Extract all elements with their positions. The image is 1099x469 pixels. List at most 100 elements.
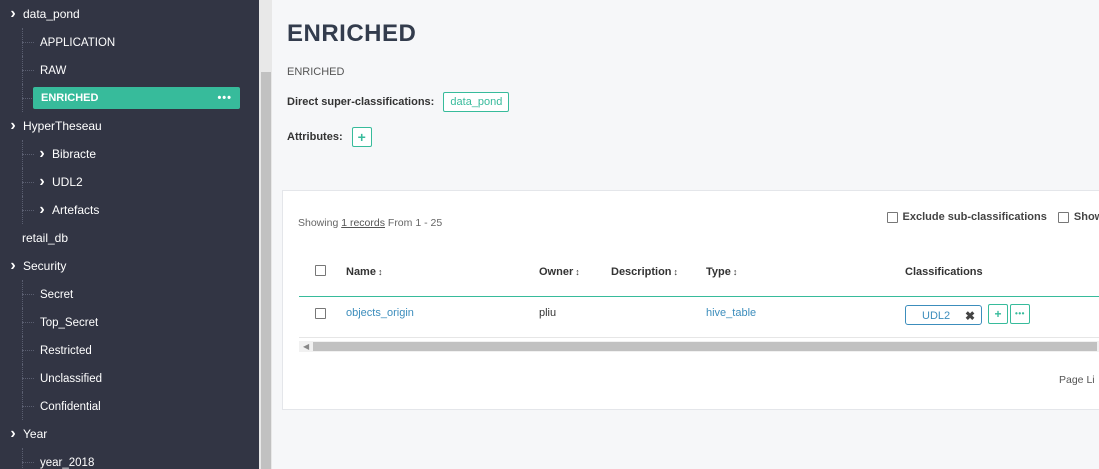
chevron-right-icon[interactable]: › (36, 196, 48, 224)
entity-type-link[interactable]: hive_table (706, 307, 756, 319)
tree-guide-tick (22, 42, 34, 44)
super-classifications: Direct super-classifications: data_pond (287, 92, 510, 112)
exclude-sub-classifications-label: Exclude sub-classifications (902, 211, 1047, 223)
classification-sidebar: › data_pond APPLICATION RAW ENRICHED ••• › Hype… (0, 0, 259, 469)
sidebar-item-raw[interactable]: RAW (0, 56, 246, 84)
sidebar-item-application[interactable]: APPLICATION (0, 28, 246, 56)
sidebar-scrollbar-thumb[interactable] (261, 72, 271, 469)
sidebar-item-confidential[interactable]: Confidential (0, 392, 246, 420)
sidebar-item-data-pond[interactable]: › data_pond (0, 0, 246, 28)
add-attribute-button[interactable]: + (351, 127, 372, 148)
table-horizontal-scrollbar[interactable]: ◀ (299, 341, 1099, 352)
tree-guide-tick (22, 70, 34, 72)
page-description: ENRICHED (287, 66, 345, 78)
table-row: objects_origin pliu hive_table UDL2 ✖ + •… (299, 297, 1099, 338)
sidebar-item-active-pill[interactable]: ENRICHED ••• (33, 87, 240, 109)
show-historical-checkbox[interactable] (1057, 211, 1069, 223)
entities-panel: Showing 1 records From 1 - 25 Exclude su… (282, 190, 1099, 410)
scroll-left-icon[interactable]: ◀ (303, 341, 309, 352)
sidebar-item-label: data_pond (23, 7, 80, 21)
sidebar-item-label: UDL2 (52, 175, 83, 189)
column-header-owner[interactable]: Owner ↕ (539, 266, 580, 278)
records-count-suffix: From 1 - 25 (384, 217, 443, 229)
sidebar-item-udl2[interactable]: › UDL2 (0, 168, 246, 196)
tree-guide-tick (22, 378, 34, 380)
sidebar-item-label: RAW (40, 65, 67, 77)
sidebar-item-security[interactable]: › Security (0, 252, 246, 280)
page-title: ENRICHED (287, 20, 417, 47)
table-header: Name ↕ Owner ↕ Description ↕ Type ↕ Classifi… (299, 247, 1099, 297)
chevron-right-icon[interactable]: › (36, 140, 48, 168)
sidebar-item-year[interactable]: › Year (0, 420, 246, 448)
column-header-type[interactable]: Type ↕ (706, 266, 737, 278)
sidebar-item-year-2018[interactable]: year_2018 (0, 448, 246, 469)
classification-tree: › data_pond APPLICATION RAW ENRICHED ••• › Hype… (0, 0, 246, 469)
entity-owner: pliu (539, 307, 557, 319)
table-options: Exclude sub-classifications Show h (886, 211, 1099, 223)
sidebar-item-hypertheseau[interactable]: › HyperTheseau (0, 112, 246, 140)
attributes: Attributes: + (287, 126, 372, 148)
tree-guide-tick (22, 406, 34, 408)
sort-icon[interactable]: ↕ (674, 267, 679, 277)
exclude-sub-classifications-checkbox[interactable] (886, 211, 898, 223)
tree-guide-tick (22, 322, 34, 324)
more-options-icon[interactable]: ••• (217, 87, 232, 109)
classification-tag-label: UDL2 (922, 310, 951, 322)
sidebar-item-bibracte[interactable]: › Bibracte (0, 140, 246, 168)
sidebar-item-label: Bibracte (52, 147, 97, 161)
tree-guide-tick (22, 294, 34, 296)
sort-icon[interactable]: ↕ (733, 267, 738, 277)
sidebar-item-label: retail_db (22, 231, 69, 245)
sidebar-item-retail-db[interactable]: retail_db (0, 224, 246, 252)
horizontal-scrollbar-thumb[interactable] (313, 342, 1097, 351)
sidebar-item-label: year_2018 (40, 457, 95, 469)
page-limit-label: Page Li (1059, 374, 1095, 386)
sidebar-item-secret[interactable]: Secret (0, 280, 246, 308)
main-content: ENRICHED ENRICHED Direct super-classific… (272, 0, 1099, 469)
sort-icon[interactable]: ↕ (378, 267, 383, 277)
records-count-prefix: Showing (298, 217, 342, 229)
sidebar-item-label: Confidential (40, 401, 101, 413)
records-count: Showing 1 records From 1 - 25 (298, 217, 442, 229)
sidebar-item-enriched[interactable]: ENRICHED ••• (0, 84, 246, 112)
add-classification-button[interactable]: + (988, 304, 1008, 324)
super-classification-tag[interactable]: data_pond (443, 92, 510, 112)
super-classifications-label: Direct super-classifications: (287, 96, 435, 108)
entities-table: Name ↕ Owner ↕ Description ↕ Type ↕ Classifi… (299, 247, 1099, 338)
chevron-right-icon[interactable]: › (36, 168, 48, 196)
column-header-name[interactable]: Name ↕ (346, 266, 382, 278)
show-historical-label: Show h (1073, 211, 1099, 223)
records-link[interactable]: 1 records (341, 217, 385, 229)
sidebar-item-label: Artefacts (52, 203, 100, 217)
sidebar-item-unclassified[interactable]: Unclassified (0, 364, 246, 392)
chevron-right-icon[interactable]: › (7, 112, 19, 140)
sidebar-item-label: Secret (40, 289, 74, 301)
remove-classification-icon[interactable]: ✖ (965, 306, 975, 326)
sidebar-item-label: Restricted (40, 345, 92, 357)
select-all-checkbox[interactable] (315, 265, 326, 276)
sort-icon[interactable]: ↕ (575, 267, 580, 277)
tree-guide-tick (22, 154, 34, 156)
tree-guide-tick (22, 462, 34, 464)
more-classifications-button[interactable]: ••• (1010, 304, 1030, 324)
tree-guide-line (22, 448, 24, 469)
tree-guide-tick (22, 182, 34, 184)
sidebar-item-artefacts[interactable]: › Artefacts (0, 196, 246, 224)
attributes-label: Attributes: (287, 131, 343, 143)
sidebar-item-label: Year (23, 427, 48, 441)
chevron-right-icon[interactable]: › (7, 0, 19, 28)
sidebar-item-label: HyperTheseau (23, 119, 102, 133)
row-checkbox[interactable] (315, 308, 326, 319)
chevron-right-icon[interactable]: › (7, 252, 19, 280)
tree-guide-tick (22, 350, 34, 352)
sidebar-item-top-secret[interactable]: Top_Secret (0, 308, 246, 336)
column-header-classifications: Classifications (905, 266, 983, 278)
column-header-description[interactable]: Description ↕ (611, 266, 678, 278)
entity-name-link[interactable]: objects_origin (346, 307, 414, 319)
sidebar-item-label: Unclassified (40, 373, 102, 385)
tree-guide-tick (22, 210, 34, 212)
chevron-right-icon[interactable]: › (7, 420, 19, 448)
sidebar-item-restricted[interactable]: Restricted (0, 336, 246, 364)
classification-tag[interactable]: UDL2 ✖ (905, 305, 982, 325)
sidebar-item-label: ENRICHED (41, 92, 99, 104)
